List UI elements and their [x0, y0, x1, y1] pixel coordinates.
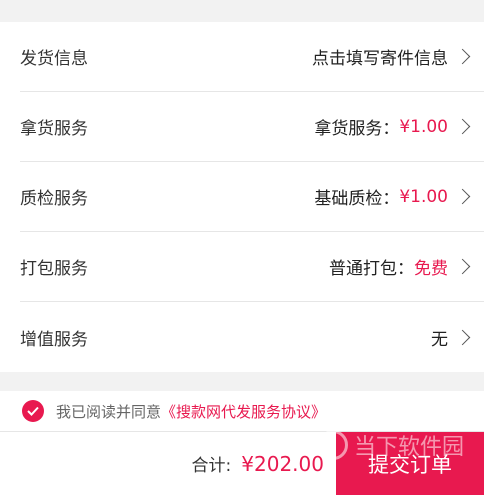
row-value-added-service[interactable]: 增值服务 无	[20, 302, 484, 372]
service-list: 发货信息 点击填写寄件信息 拿货服务 拿货服务： ¥1.00 质检服务 基础质检…	[0, 22, 484, 372]
checkmark-icon	[27, 406, 39, 416]
row-value-text: 无	[431, 329, 448, 350]
row-label: 发货信息	[20, 49, 88, 69]
chevron-right-icon	[454, 188, 471, 205]
row-inspection-service[interactable]: 质检服务 基础质检： ¥1.00	[20, 162, 484, 232]
section-spacer	[0, 372, 484, 391]
row-value-text: 点击填写寄件信息	[312, 49, 448, 69]
row-label: 质检服务	[20, 189, 88, 209]
total-value: ¥202.00	[241, 451, 324, 476]
row-packing-service[interactable]: 打包服务 普通打包： 免费	[20, 232, 484, 302]
row-value-prefix: 拿货服务：	[314, 119, 400, 139]
submit-order-button[interactable]: 提交订单	[336, 431, 484, 495]
total-label: 合计:	[191, 456, 232, 476]
row-price: ¥1.00	[399, 116, 448, 137]
chevron-right-icon	[454, 118, 471, 135]
top-spacer	[0, 0, 484, 22]
row-label: 增值服务	[20, 329, 88, 350]
row-value-group: 基础质检： ¥1.00	[314, 184, 471, 209]
row-pickup-service[interactable]: 拿货服务 拿货服务： ¥1.00	[20, 92, 484, 162]
row-value-prefix: 基础质检：	[314, 189, 400, 209]
row-label: 打包服务	[20, 259, 88, 279]
row-value-group: 无	[431, 325, 471, 350]
agreement-checkbox[interactable]	[22, 400, 44, 422]
row-price: 免费	[414, 259, 448, 279]
row-value-group: 点击填写寄件信息	[312, 44, 471, 69]
row-value-prefix: 普通打包：	[329, 259, 414, 279]
checkout-footer: 合计: ¥202.00 提交订单 当下软件园	[0, 430, 484, 495]
row-value-group: 普通打包： 免费	[329, 254, 471, 279]
row-price: ¥1.00	[399, 186, 448, 207]
agreement-bar: 我已阅读并同意 《搜款网代发服务协议》	[0, 391, 484, 431]
row-value-group: 拿货服务： ¥1.00	[314, 114, 471, 139]
chevron-right-icon	[454, 48, 471, 65]
agreement-link[interactable]: 《搜款网代发服务协议》	[161, 401, 326, 422]
row-shipping-info[interactable]: 发货信息 点击填写寄件信息	[20, 22, 484, 92]
row-label: 拿货服务	[20, 119, 88, 139]
agreement-text: 我已阅读并同意	[56, 402, 162, 421]
chevron-right-icon	[454, 258, 471, 275]
chevron-right-icon	[454, 329, 471, 345]
submit-button-label: 提交订单	[368, 452, 452, 477]
